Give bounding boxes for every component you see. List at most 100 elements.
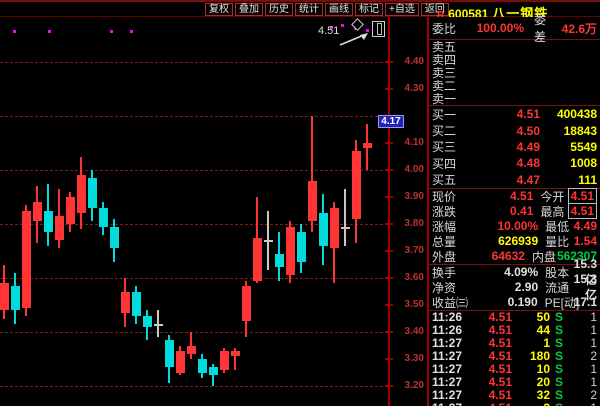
bid-label: 买四 — [432, 155, 466, 172]
tick-side: S — [550, 336, 568, 350]
weicha-value: 42.6万 — [554, 20, 597, 37]
stat-value: 10.00% — [471, 219, 538, 233]
restore-rights-button[interactable]: 复权 — [205, 3, 233, 16]
candle-body — [198, 359, 207, 373]
tick-volume: 50 — [512, 310, 550, 324]
tick-time: 11:27 — [432, 336, 468, 350]
bid-label: 买二 — [432, 122, 466, 139]
candle-body — [22, 211, 31, 308]
statistics-button[interactable]: 统计 — [295, 3, 323, 16]
candle-body — [341, 227, 350, 229]
history-button[interactable]: 历史 — [265, 3, 293, 16]
stat-label: 收益㈢ — [432, 294, 471, 311]
bid-volume: 18843 — [540, 124, 597, 138]
candlestick-chart[interactable]: 4.404.304.104.003.903.803.703.603.503.40… — [0, 17, 427, 406]
last-price-badge: 4.17 — [378, 115, 404, 128]
tick-volume: 2 — [512, 401, 550, 406]
stat-value: 0.41 — [470, 204, 534, 218]
bid-row[interactable]: 买四 4.48 1008 — [429, 155, 600, 171]
overlay-button[interactable]: 叠加 — [235, 3, 263, 16]
tick-trade-list[interactable]: 11:26 4.51 50 S 1 11:26 4.51 44 S 1 11:2… — [429, 311, 600, 406]
candle-body — [308, 181, 317, 221]
y-axis-label: 3.20 — [392, 380, 424, 391]
tick-count: 2 — [568, 349, 597, 363]
tick-count: 1 — [568, 323, 597, 337]
bid-row[interactable]: 买五 4.47 111 — [429, 172, 600, 188]
candle-body — [44, 211, 53, 232]
drawing-handle — [48, 30, 51, 33]
tick-time: 11:26 — [432, 310, 468, 324]
candle-body — [330, 208, 339, 248]
ask-row[interactable]: 卖一 — [429, 92, 600, 105]
bid-row[interactable]: 买二 4.50 18843 — [429, 122, 600, 138]
y-axis-label: 4.30 — [392, 83, 424, 94]
tick-side: S — [550, 375, 568, 389]
annotation-arrow-icon — [338, 27, 372, 49]
quote-row: 涨幅 10.00% 最低 4.49 — [429, 219, 600, 234]
bid-price: 4.49 — [466, 140, 540, 154]
y-axis-label: 4.40 — [392, 56, 424, 67]
stat-label: PE[动] — [538, 294, 574, 311]
y-axis-label: 3.40 — [392, 326, 424, 337]
gridline — [0, 116, 388, 117]
stat-value: 4.09% — [471, 265, 538, 279]
candle-body — [275, 254, 284, 267]
candle-body — [264, 240, 273, 242]
bid-row[interactable]: 买一 4.51 400438 — [429, 106, 600, 122]
tick-time: 11:27 — [432, 349, 468, 363]
candle-body — [143, 316, 152, 327]
candle-body — [0, 283, 9, 310]
candle-body — [253, 238, 262, 281]
quote-stats-block: 现价 4.51 今开 4.51 涨跌 0.41 最高 4.51 涨幅 10.00… — [429, 189, 600, 265]
tick-side: S — [550, 362, 568, 376]
weibi-row: 委比 100.00% 委差 42.6万 — [429, 17, 600, 40]
tick-count: 1 — [568, 310, 597, 324]
candle-body — [220, 351, 229, 370]
candle-body — [286, 227, 295, 275]
candle-body — [154, 324, 163, 326]
note-marker-icon[interactable] — [372, 21, 385, 37]
gridline — [0, 62, 388, 63]
tick-time: 11:26 — [432, 323, 468, 337]
tick-count: 1 — [568, 375, 597, 389]
bid-volume: 111 — [540, 173, 597, 187]
quote-row: 收益㈢ 0.190 PE[动] 17.1 — [429, 295, 600, 310]
tick-volume: 44 — [512, 323, 550, 337]
gridline — [0, 386, 388, 387]
draw-line-button[interactable]: 画线 — [325, 3, 353, 16]
weicha-label: 委差 — [524, 11, 554, 45]
candle-body — [88, 178, 97, 208]
gridline — [0, 170, 388, 171]
tick-side: S — [550, 349, 568, 363]
quote-row: 总量 626939 量比 1.54 — [429, 234, 600, 249]
tick-row: 11:26 4.51 44 S 1 — [429, 324, 600, 337]
candle-body — [132, 292, 141, 316]
tick-price: 4.51 — [468, 388, 512, 402]
candle-wick — [344, 189, 346, 246]
bid-label: 买五 — [432, 171, 466, 188]
stat-value: 2.90 — [471, 280, 538, 294]
candle-body — [209, 367, 218, 375]
stat-label: 外盘 — [432, 248, 466, 265]
price-axis-line — [388, 17, 390, 406]
candle-body — [11, 286, 20, 310]
tick-volume: 20 — [512, 375, 550, 389]
add-watchlist-button[interactable]: +自选 — [385, 3, 419, 16]
tick-price: 4.51 — [468, 401, 512, 406]
tick-volume: 180 — [512, 349, 550, 363]
tick-row: 11:27 4.51 2 S 1 — [429, 401, 600, 406]
tick-time: 11:27 — [432, 401, 468, 406]
bid-price: 4.50 — [466, 124, 540, 138]
y-axis-label: 4.10 — [392, 137, 424, 148]
weibi-label: 委比 — [432, 20, 462, 37]
candle-body — [33, 202, 42, 221]
bid-label: 买一 — [432, 106, 466, 123]
y-axis-label: 3.80 — [392, 218, 424, 229]
tick-row: 11:27 4.51 20 S 1 — [429, 375, 600, 388]
tick-time: 11:27 — [432, 375, 468, 389]
bid-row[interactable]: 买三 4.49 5549 — [429, 139, 600, 155]
tick-row: 11:27 4.51 10 S 1 — [429, 363, 600, 376]
top-bar: 复权 叠加 历史 统计 画线 标记 +自选 返回 R 600581 八一钢铁 — [0, 0, 600, 17]
gridline — [0, 278, 388, 279]
mark-button[interactable]: 标记 — [355, 3, 383, 16]
